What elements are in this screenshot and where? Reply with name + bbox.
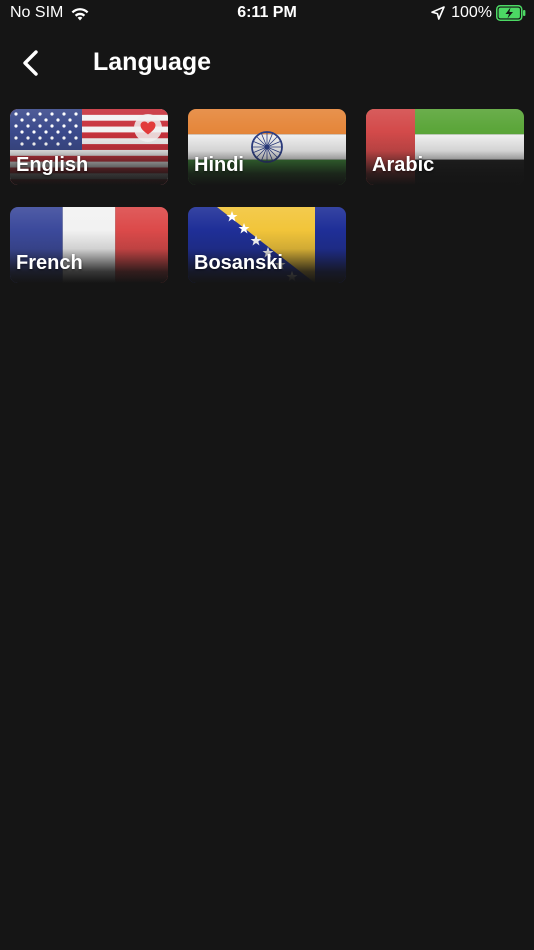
language-label: Arabic <box>372 154 435 176</box>
page-title: Language <box>93 48 212 76</box>
favorite-button[interactable] <box>134 114 162 142</box>
language-label: French <box>16 252 83 274</box>
status-right: 100% <box>431 4 526 22</box>
language-tile-english[interactable]: English <box>10 109 168 185</box>
battery-percent: 100% <box>451 4 492 21</box>
nav-bar: Language <box>0 36 534 90</box>
back-button[interactable] <box>14 46 48 80</box>
language-tile-bosanski[interactable]: Bosanski <box>188 207 346 283</box>
language-screen: No SIM 6:11 PM 100% Language English Hin… <box>0 0 534 950</box>
language-label: Bosanski <box>194 252 283 274</box>
chevron-left-icon <box>23 50 38 76</box>
language-tile-hindi[interactable]: Hindi <box>188 109 346 185</box>
heart-icon <box>140 121 156 135</box>
status-bar: No SIM 6:11 PM 100% <box>0 0 534 28</box>
language-tile-french[interactable]: French <box>10 207 168 283</box>
language-label: English <box>16 154 89 176</box>
location-arrow-icon <box>431 6 445 20</box>
battery-charging-icon <box>496 5 526 21</box>
language-label: Hindi <box>194 154 244 176</box>
language-tile-arabic[interactable]: Arabic <box>366 109 524 185</box>
